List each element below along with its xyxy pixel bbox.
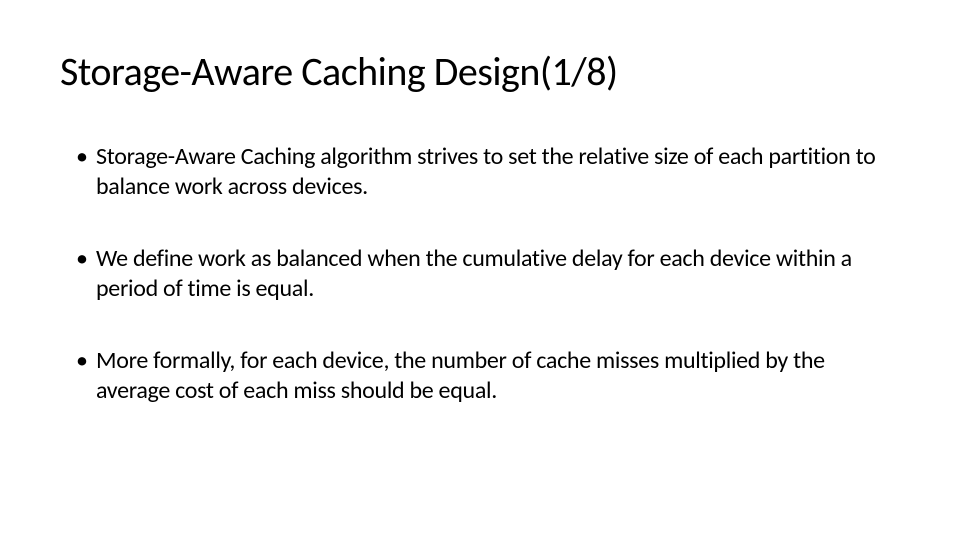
- list-item: More formally, for each device, the numb…: [76, 346, 900, 406]
- list-item: We define work as balanced when the cumu…: [76, 244, 900, 304]
- slide-title: Storage-Aware Caching Design(1/8): [60, 50, 900, 94]
- slide: Storage-Aware Caching Design(1/8) Storag…: [0, 0, 960, 540]
- bullet-list: Storage-Aware Caching algorithm strives …: [60, 142, 900, 406]
- list-item: Storage-Aware Caching algorithm strives …: [76, 142, 900, 202]
